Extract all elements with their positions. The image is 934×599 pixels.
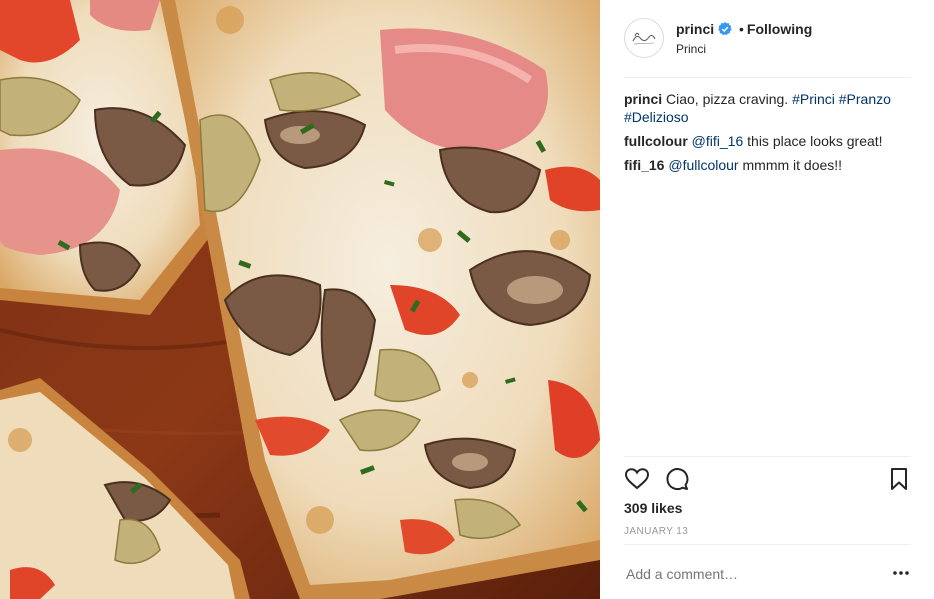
caption-username[interactable]: princi [624, 91, 662, 107]
post-photo[interactable] [0, 0, 600, 599]
comment-button[interactable] [664, 466, 690, 492]
post-header: princi • Following Princi [624, 18, 911, 62]
avatar[interactable] [624, 18, 664, 58]
comment-icon [666, 468, 689, 491]
divider [624, 456, 911, 457]
more-options-icon [893, 571, 909, 575]
post-details-panel: princi • Following Princi princi Ciao, pi… [600, 0, 934, 599]
action-bar [624, 466, 911, 492]
comment-text: this place looks great! [747, 133, 883, 149]
comment-text: mmmm it does!! [742, 157, 843, 173]
bookmark-icon [891, 468, 907, 490]
verified-badge-icon [718, 22, 732, 39]
hashtag-link[interactable]: #Delizioso [624, 109, 689, 125]
princi-logo-icon [626, 20, 662, 56]
caption-text: Ciao, pizza craving. [666, 91, 789, 107]
comment-item: fifi_16 @fullcolour mmmm it does!! [624, 156, 911, 174]
save-button[interactable] [886, 466, 912, 492]
pizza-photo-illustration [0, 0, 600, 599]
user-line: princi • Following [676, 21, 812, 39]
comments-list: princi Ciao, pizza craving. #Princi #Pra… [624, 90, 911, 180]
more-options-button[interactable] [890, 562, 912, 584]
caption: princi Ciao, pizza craving. #Princi #Pra… [624, 90, 911, 126]
like-button[interactable] [624, 466, 650, 492]
hashtag-link[interactable]: #Princi [792, 91, 835, 107]
heart-icon [624, 468, 650, 490]
divider [624, 544, 911, 545]
comment-username[interactable]: fifi_16 [624, 157, 664, 173]
post-date: JANUARY 13 [624, 526, 689, 537]
separator-dot: • [739, 21, 744, 37]
mention-link[interactable]: @fullcolour [668, 157, 738, 173]
following-button[interactable]: Following [747, 21, 812, 37]
divider [624, 77, 911, 78]
post-location[interactable]: Princi [676, 42, 706, 56]
comment-item: fullcolour @fifi_16 this place looks gre… [624, 132, 911, 150]
mention-link[interactable]: @fifi_16 [692, 133, 744, 149]
add-comment-input[interactable] [626, 566, 866, 582]
comment-username[interactable]: fullcolour [624, 133, 688, 149]
likes-count[interactable]: 309 likes [624, 500, 682, 516]
hashtag-link[interactable]: #Pranzo [839, 91, 891, 107]
post-username[interactable]: princi [676, 21, 714, 37]
